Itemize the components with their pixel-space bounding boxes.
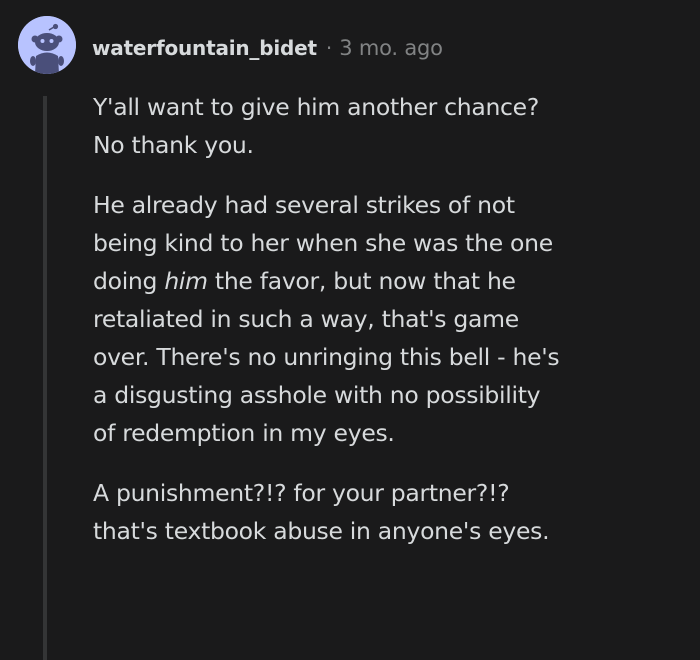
text-line: that's textbook abuse in anyone's eyes. <box>93 517 550 545</box>
text-line: Y'all want to give him another chance? <box>93 93 540 121</box>
text-line: a disgusting asshole with no possibility <box>93 381 541 409</box>
comment-body: Y'all want to give him another chance? N… <box>93 88 693 550</box>
text-line: No thank you. <box>93 131 254 159</box>
reddit-snoo-avatar-icon <box>18 16 76 74</box>
user-avatar[interactable] <box>18 16 76 74</box>
comment-header: waterfountain_bidet · 3 mo. ago <box>92 33 443 63</box>
comment: waterfountain_bidet · 3 mo. ago Y'all wa… <box>0 0 700 660</box>
text-line: doing him the favor, but now that he <box>93 262 693 300</box>
paragraph: A punishment?!? for your partner?!? that… <box>93 474 693 550</box>
text-line: He already had several strikes of not <box>93 191 515 219</box>
paragraph: Y'all want to give him another chance? N… <box>93 88 693 164</box>
text-line: of redemption in my eyes. <box>93 419 395 447</box>
text-line: being kind to her when she was the one <box>93 229 553 257</box>
text-line: over. There's no unringing this bell - h… <box>93 343 560 371</box>
separator-dot: · <box>325 36 333 60</box>
timestamp[interactable]: 3 mo. ago <box>339 36 443 60</box>
paragraph: He already had several strikes of not be… <box>93 186 693 452</box>
text-line: retaliated in such a way, that's game <box>93 305 519 333</box>
emphasis-text: him <box>164 267 208 295</box>
text-line: A punishment?!? for your partner?!? <box>93 479 510 507</box>
author-username[interactable]: waterfountain_bidet <box>92 36 317 60</box>
text-segment: doing <box>93 267 165 295</box>
thread-collapse-line[interactable] <box>43 96 47 660</box>
text-segment: the favor, but now that he <box>207 267 516 295</box>
